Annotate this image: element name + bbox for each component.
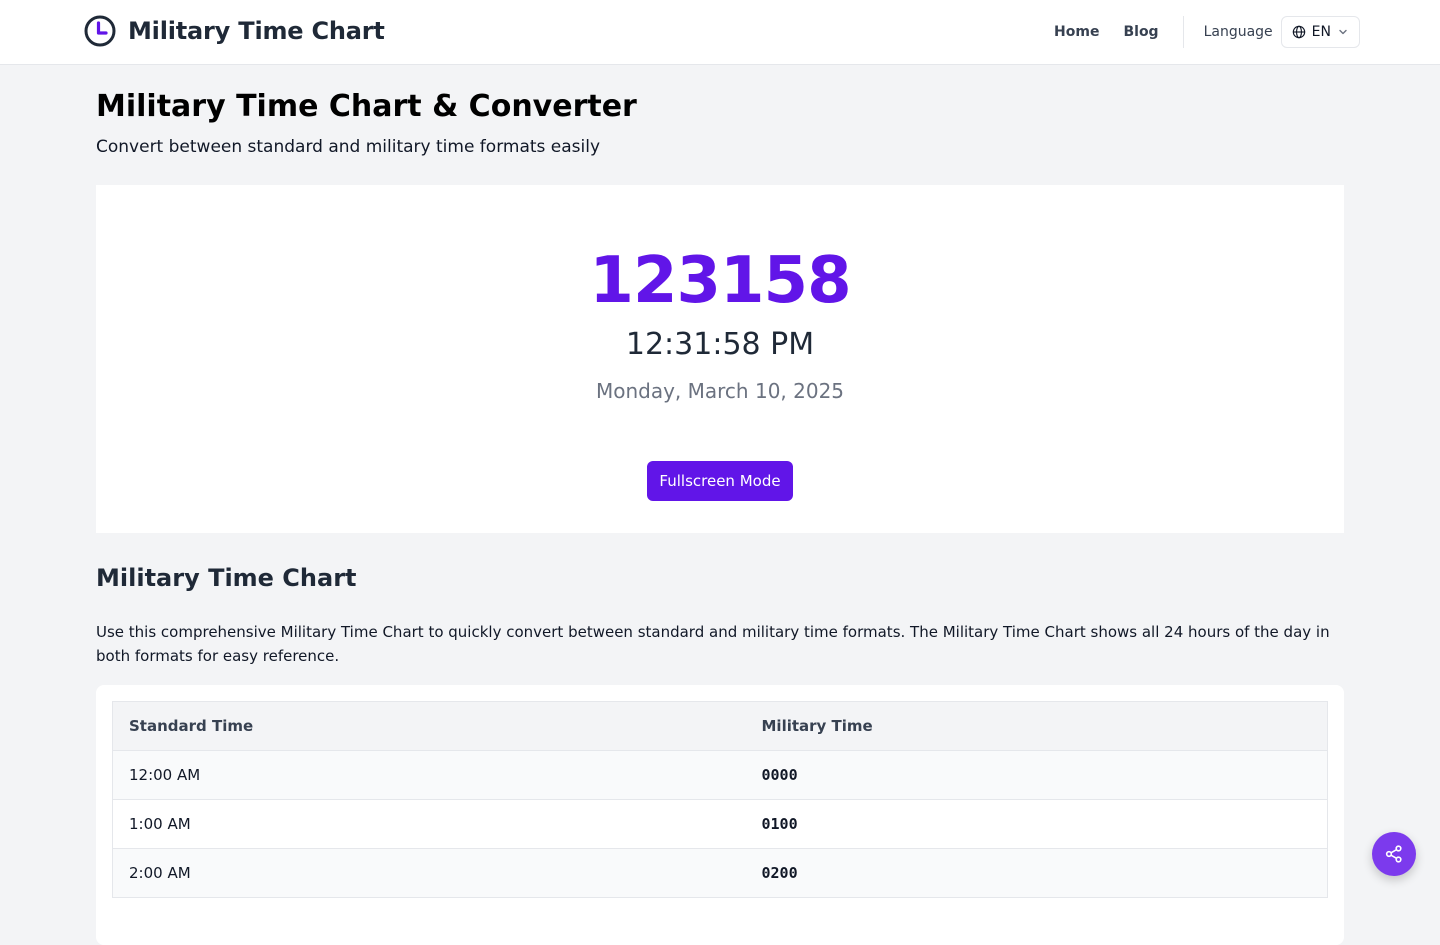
share-button[interactable] <box>1372 832 1416 876</box>
nav-blog-link[interactable]: Blog <box>1123 24 1158 40</box>
language-selector[interactable]: EN <box>1280 16 1360 48</box>
chart-section-title: Military Time Chart <box>96 564 357 592</box>
language-label: Language <box>1203 24 1273 40</box>
column-header-military: Military Time <box>745 701 1328 751</box>
table-row: 12:00 AM 0000 <box>112 750 1328 800</box>
chart-table-card: Standard Time Military Time 12:00 AM 000… <box>96 685 1344 945</box>
date-display: Monday, March 10, 2025 <box>595 379 845 403</box>
site-header: Military Time Chart Home Blog Language E… <box>0 0 1440 65</box>
globe-icon <box>1292 25 1305 39</box>
clock-icon <box>84 15 116 47</box>
table-header-row: Standard Time Military Time <box>112 701 1328 751</box>
page-subtitle: Convert between standard and military ti… <box>96 137 601 157</box>
standard-time-cell: 2:00 AM <box>112 848 746 898</box>
share-icon <box>1385 845 1402 863</box>
nav-home-link[interactable]: Home <box>1054 24 1099 40</box>
standard-time-cell: 1:00 AM <box>112 799 746 849</box>
page-title: Military Time Chart & Converter <box>96 89 637 124</box>
standard-time-display: 12:31:58 PM <box>625 327 815 362</box>
main-nav: Home Blog Language EN <box>1054 16 1360 48</box>
military-time-cell: 0000 <box>745 750 1328 800</box>
military-time-cell: 0200 <box>745 848 1328 898</box>
table-row: 1:00 AM 0100 <box>112 799 1328 849</box>
table-row: 2:00 AM 0200 <box>112 848 1328 898</box>
military-time-cell: 0100 <box>745 799 1328 849</box>
military-time-table: Standard Time Military Time 12:00 AM 000… <box>112 701 1328 898</box>
chevron-down-icon <box>1339 29 1347 35</box>
site-logo[interactable]: Military Time Chart <box>84 15 385 47</box>
live-clock-card: 123158 12:31:58 PM Monday, March 10, 202… <box>96 185 1344 533</box>
logo-text: Military Time Chart <box>128 17 385 45</box>
standard-time-cell: 12:00 AM <box>112 750 746 800</box>
fullscreen-button[interactable]: Fullscreen Mode <box>647 461 793 501</box>
military-time-display: 123158 <box>589 244 851 318</box>
chart-section-description: Use this comprehensive Military Time Cha… <box>96 623 1330 665</box>
language-value: EN <box>1311 24 1331 40</box>
column-header-standard: Standard Time <box>112 701 746 751</box>
nav-divider <box>1182 16 1184 48</box>
